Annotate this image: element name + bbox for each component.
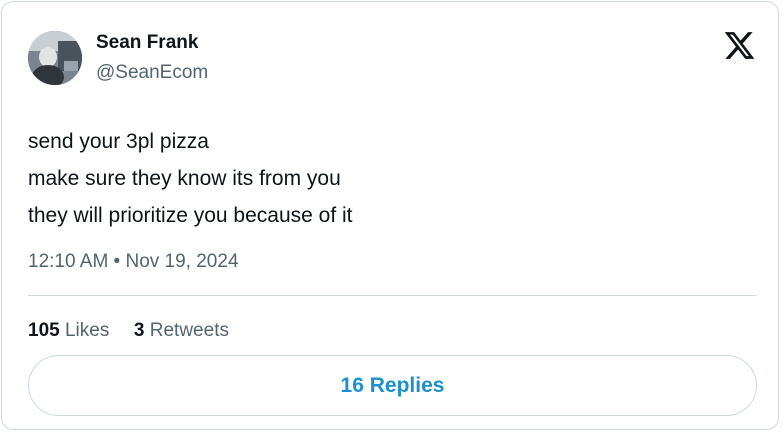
replies-button[interactable]: 16 Replies (28, 355, 757, 416)
tweet-text: send your 3pl pizza make sure they know … (28, 123, 353, 234)
x-logo-icon[interactable] (723, 29, 756, 62)
replies-button-label: 16 Replies (340, 373, 445, 397)
likes-label: Likes (64, 320, 110, 341)
likes-stat[interactable]: 105 Likes (28, 320, 115, 341)
author-handle[interactable]: @SeanEcom (96, 62, 208, 84)
tweet-line: they will prioritize you because of it (28, 204, 353, 227)
tweet-line: send your 3pl pizza (28, 130, 209, 153)
avatar-image (28, 31, 82, 85)
tweet-card: Sean Frank @SeanEcom send your 3pl pizza… (1, 1, 779, 430)
avatar[interactable] (28, 31, 82, 85)
retweets-label: Retweets (149, 320, 229, 341)
divider (28, 295, 757, 296)
retweets-stat[interactable]: 3 Retweets (134, 320, 229, 341)
retweets-count: 3 (133, 320, 145, 341)
author-display-name[interactable]: Sean Frank (96, 32, 198, 54)
tweet-timestamp[interactable]: 12:10 AM • Nov 19, 2024 (28, 251, 239, 273)
tweet-stats: 105 Likes 3 Retweets (28, 320, 229, 342)
tweet-line: make sure they know its from you (28, 167, 341, 190)
likes-count: 105 (28, 320, 60, 341)
